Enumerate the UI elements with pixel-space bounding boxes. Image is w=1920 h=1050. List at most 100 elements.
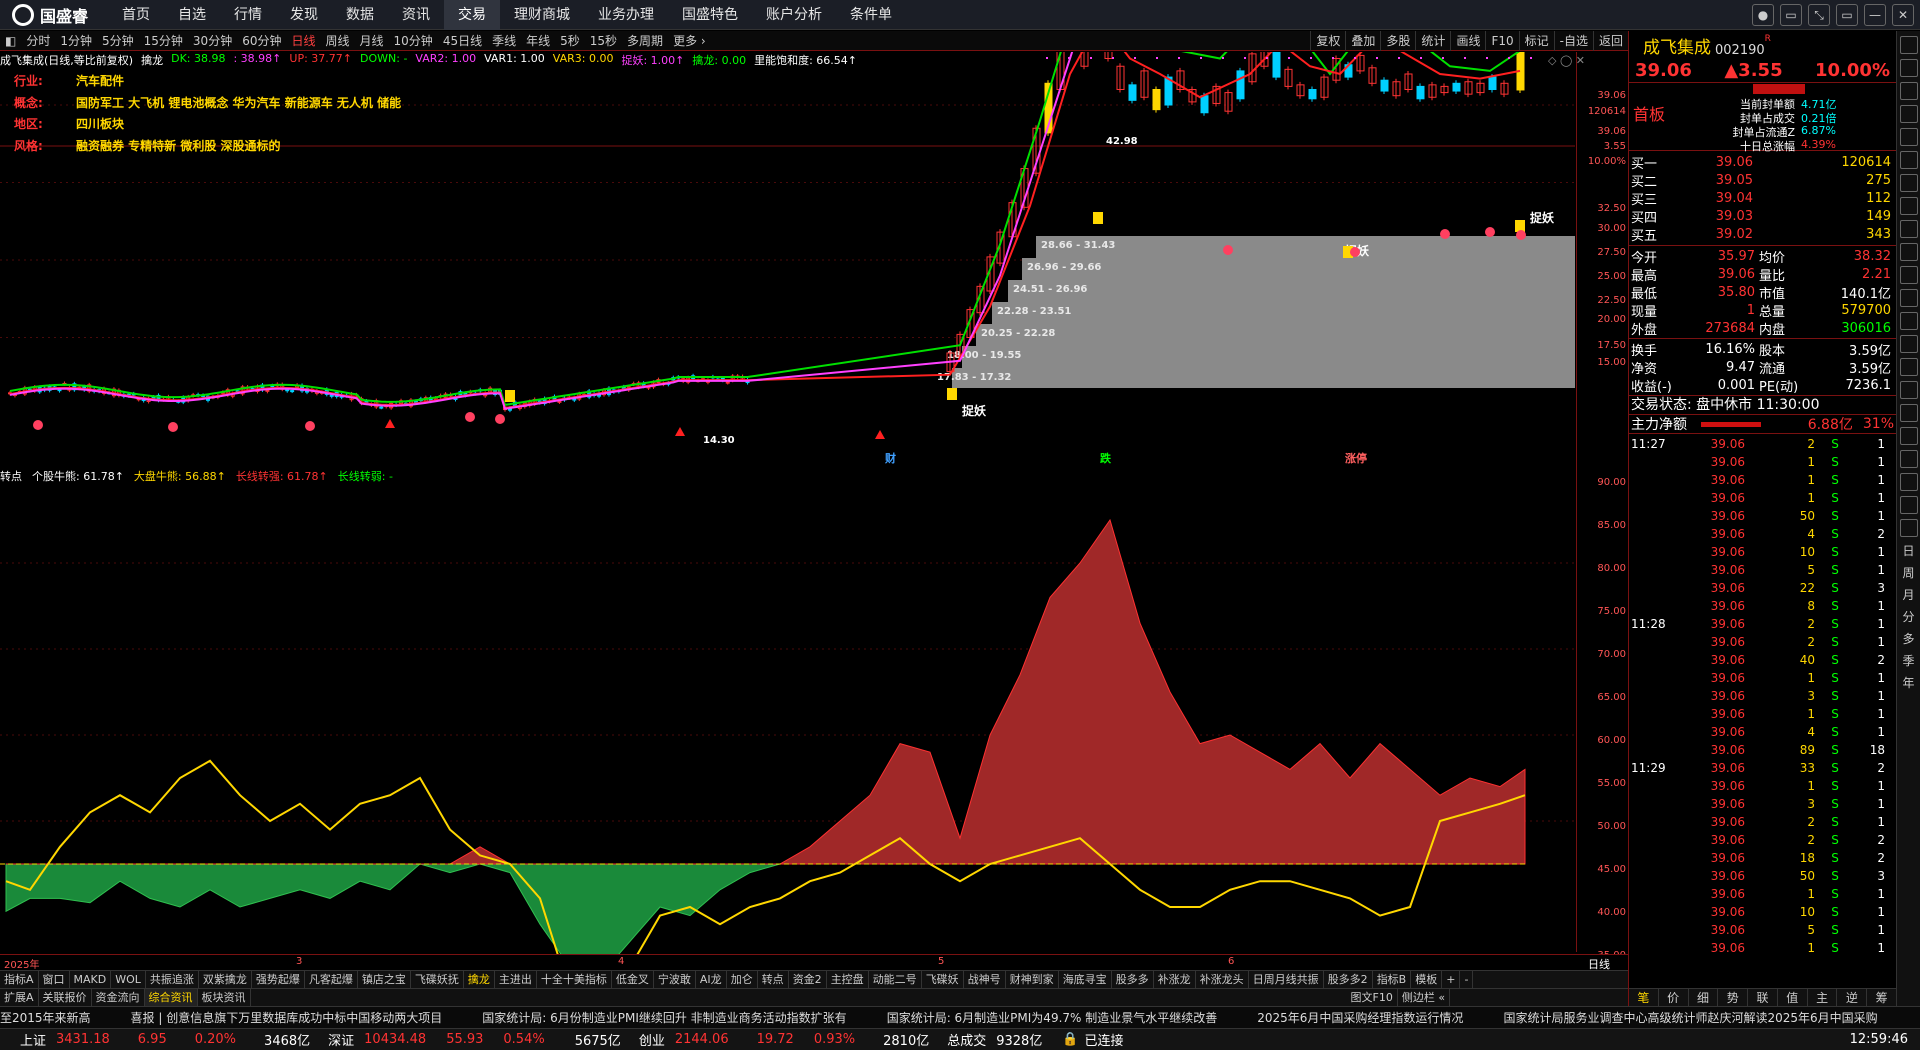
period-tab-2[interactable]: 5分钟 (97, 32, 139, 49)
chart-tool-8[interactable]: 返回 (1592, 31, 1628, 51)
indicator-tool-24[interactable]: 海底寻宝 (1059, 971, 1112, 988)
indicator-tool-28[interactable]: 日周月线共振 (1249, 971, 1324, 988)
side-tool-icon[interactable] (1899, 473, 1918, 491)
chart-tool-3[interactable]: 统计 (1415, 31, 1450, 51)
indicator-tool-10[interactable]: 擒龙 (464, 971, 495, 988)
indicator-tool-25[interactable]: 股多多 (1112, 971, 1154, 988)
bid-row[interactable]: 买一 39.06 120614 (1629, 153, 1896, 172)
side-period-1[interactable]: 周 (1897, 564, 1920, 581)
nav-3[interactable]: 发现 (276, 0, 332, 30)
info-tab-4[interactable]: 板块资讯 (198, 989, 251, 1006)
period-tab-15[interactable]: 多周期 (622, 32, 668, 49)
nav-4[interactable]: 数据 (332, 0, 388, 30)
side-period-5[interactable]: 季 (1897, 652, 1920, 669)
side-tool-icon[interactable] (1899, 450, 1918, 468)
side-tool-icon[interactable] (1899, 519, 1918, 537)
side-tool-icon[interactable] (1899, 197, 1918, 215)
side-tool-icon[interactable] (1899, 358, 1918, 376)
indicator-tool-27[interactable]: 补涨龙头 (1196, 971, 1249, 988)
news-item[interactable]: 国家统计局: 6月份制造业PMI继续回升 非制造业商务活动指数扩张有 (482, 1009, 846, 1026)
period-tab-12[interactable]: 年线 (521, 32, 555, 49)
side-tool-icon[interactable] (1899, 36, 1918, 54)
nav-2[interactable]: 行情 (220, 0, 276, 30)
detail-tab-5[interactable]: 值 (1778, 989, 1808, 1006)
side-period-2[interactable]: 月 (1897, 586, 1920, 603)
indicator-tool-3[interactable]: WOL (111, 971, 146, 988)
period-tab-9[interactable]: 10分钟 (389, 32, 438, 49)
period-tab-7[interactable]: 周线 (321, 32, 355, 49)
period-tab-6[interactable]: 日线 (286, 32, 320, 49)
detail-tab-0[interactable]: 笔 (1629, 989, 1659, 1006)
chart-tool-0[interactable]: 复权 (1310, 31, 1345, 51)
indicator-tool-18[interactable]: 资金2 (789, 971, 827, 988)
detail-tab-8[interactable]: 筹 (1867, 989, 1898, 1006)
indicator-tool-30[interactable]: 指标B (1373, 971, 1412, 988)
indicator-chart[interactable] (0, 467, 1575, 954)
indicator-tool-1[interactable]: 窗口 (39, 971, 70, 988)
indicator-tool-2[interactable]: MAKD (70, 971, 112, 988)
period-tab-13[interactable]: 5秒 (555, 32, 585, 49)
side-period-0[interactable]: 日 (1897, 542, 1920, 559)
bid-row[interactable]: 买二 39.05 275 (1629, 171, 1896, 190)
fullscreen-icon[interactable]: ⤡ (1808, 4, 1830, 26)
info-tab-1[interactable]: 关联报价 (39, 989, 92, 1006)
chart-tool-4[interactable]: 画线 (1450, 31, 1485, 51)
chart-tool-5[interactable]: F10 (1485, 31, 1518, 51)
indicator-tool-15[interactable]: AI龙 (696, 971, 727, 988)
side-tool-icon[interactable] (1899, 220, 1918, 238)
indicator-tool-19[interactable]: 主控盘 (827, 971, 869, 988)
indicator-tool-0[interactable]: 指标A (0, 971, 39, 988)
info-tab-5[interactable]: 图文F10 (1347, 989, 1398, 1006)
bid-row[interactable]: 买三 39.04 112 (1629, 189, 1896, 208)
chart-tool-6[interactable]: 标记 (1518, 31, 1554, 51)
detail-tab-4[interactable]: 联 (1748, 989, 1778, 1006)
side-period-3[interactable]: 分 (1897, 608, 1920, 625)
indicator-tool-9[interactable]: 飞碟妖抚 (411, 971, 464, 988)
chart-tool-1[interactable]: 叠加 (1345, 31, 1380, 51)
info-tab-3[interactable]: 综合资讯 (144, 989, 198, 1006)
nav-5[interactable]: 资讯 (388, 0, 444, 30)
message-icon[interactable]: ▭ (1780, 4, 1802, 26)
info-tab-2[interactable]: 资金流向 (92, 989, 145, 1006)
side-tool-icon[interactable] (1899, 105, 1918, 123)
period-tab-4[interactable]: 30分钟 (188, 32, 237, 49)
side-tool-icon[interactable] (1899, 312, 1918, 330)
indicator-tool-6[interactable]: 强势起爆 (252, 971, 305, 988)
nav-9[interactable]: 国盛特色 (668, 0, 752, 30)
news-item[interactable]: 2025年6月中国采购经理指数运行情况 (1257, 1009, 1463, 1026)
chart-tool-2[interactable]: 多股 (1380, 31, 1415, 51)
detail-tab-7[interactable]: 逆 (1837, 989, 1868, 1006)
close-icon[interactable]: ✕ (1892, 4, 1914, 26)
side-tool-icon[interactable] (1899, 243, 1918, 261)
nav-7[interactable]: 理财商城 (500, 0, 584, 30)
indicator-tool-29[interactable]: 股多多2 (1324, 971, 1373, 988)
indicator-tool-20[interactable]: 动能二号 (869, 971, 922, 988)
detail-tab-3[interactable]: 势 (1718, 989, 1749, 1006)
indicator-tool-23[interactable]: 财神到家 (1006, 971, 1059, 988)
period-tab-5[interactable]: 60分钟 (237, 32, 286, 49)
indicator-tool-33[interactable]: - (1460, 971, 1474, 988)
detail-tab-1[interactable]: 价 (1659, 989, 1689, 1006)
news-item[interactable]: 喜报 | 创意信息旗下万里数据库成功中标中国移动两大项目 (131, 1009, 443, 1026)
bid-row[interactable]: 买五 39.02 343 (1629, 225, 1896, 244)
period-tab-8[interactable]: 月线 (355, 32, 389, 49)
nav-11[interactable]: 条件单 (836, 0, 906, 30)
detail-tab-2[interactable]: 细 (1689, 989, 1719, 1006)
news-item[interactable]: 至2015年来新高 (0, 1009, 91, 1026)
side-period-6[interactable]: 年 (1897, 674, 1920, 691)
period-tab-10[interactable]: 45日线 (438, 32, 487, 49)
indicator-tool-31[interactable]: 模板 (1411, 971, 1443, 988)
nav-0[interactable]: 首页 (108, 0, 164, 30)
indicator-tool-17[interactable]: 转点 (758, 971, 789, 988)
side-tool-icon[interactable] (1899, 289, 1918, 307)
indicator-tool-22[interactable]: 战神号 (964, 971, 1006, 988)
minimize-icon[interactable]: — (1864, 4, 1886, 26)
detail-tab-6[interactable]: 主 (1808, 989, 1838, 1006)
news-item[interactable]: 国家统计局服务业调查中心高级统计师赵庆河解读2025年6月中国采购 (1503, 1009, 1877, 1026)
period-tab-3[interactable]: 15分钟 (139, 32, 188, 49)
indicator-tool-16[interactable]: 加仑 (727, 971, 758, 988)
side-tool-icon[interactable] (1899, 174, 1918, 192)
side-tool-icon[interactable] (1899, 427, 1918, 445)
nav-10[interactable]: 账户分析 (752, 0, 836, 30)
period-tab-11[interactable]: 季线 (487, 32, 521, 49)
